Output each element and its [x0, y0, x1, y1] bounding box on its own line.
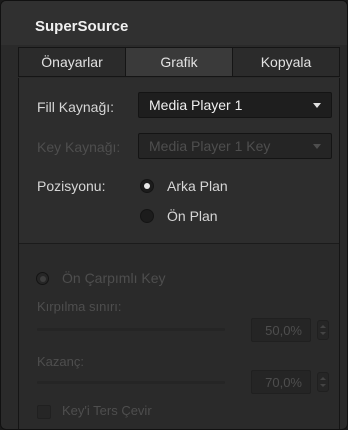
tab-graphics[interactable]: Grafik	[126, 48, 233, 76]
fill-source-dropdown[interactable]: Media Player 1	[138, 92, 332, 118]
clip-label: Kırpılma sınırı:	[37, 299, 122, 314]
gain-label: Kazanç:	[37, 354, 84, 369]
fill-source-value: Media Player 1	[149, 97, 243, 113]
gain-slider[interactable]	[37, 381, 225, 384]
stepper-up-icon	[320, 325, 326, 328]
invert-key-checkbox[interactable]	[37, 405, 51, 419]
graphics-tab-content: Fill Kaynağı: Media Player 1 Key Kaynağı…	[18, 78, 340, 429]
clip-slider[interactable]	[37, 328, 225, 331]
gain-stepper[interactable]	[317, 372, 329, 392]
stepper-down-icon	[320, 332, 326, 335]
fill-source-label: Fill Kaynağı:	[37, 99, 115, 115]
tab-bar: Önayarlar Grafik Kopyala	[18, 47, 340, 77]
clip-stepper[interactable]	[317, 320, 329, 340]
gain-value-field[interactable]: 70,0%	[251, 370, 311, 394]
premultiplied-key-toggle[interactable]	[36, 272, 49, 285]
key-source-value: Media Player 1 Key	[149, 138, 271, 154]
clip-value-field[interactable]: 50,0%	[251, 318, 311, 342]
tab-presets[interactable]: Önayarlar	[19, 48, 126, 76]
tab-copy[interactable]: Kopyala	[233, 48, 339, 76]
panel-title: SuperSource	[1, 1, 347, 45]
position-foreground-label[interactable]: Ön Plan	[167, 208, 218, 224]
key-source-label: Key Kaynağı:	[37, 139, 121, 155]
position-label: Pozisyonu:	[37, 178, 106, 194]
chevron-down-icon	[313, 144, 321, 149]
stepper-down-icon	[320, 384, 326, 387]
stepper-up-icon	[320, 377, 326, 380]
invert-key-label: Key'i Ters Çevir	[62, 403, 152, 418]
supersource-panel: SuperSource Önayarlar Grafik Kopyala Fil…	[0, 0, 348, 430]
chevron-down-icon	[313, 103, 321, 108]
key-settings-section: Ön Çarpımlı Key Kırpılma sınırı: 50,0% K…	[19, 244, 339, 429]
premultiplied-key-label: Ön Çarpımlı Key	[62, 270, 166, 286]
position-background-radio[interactable]	[140, 179, 154, 193]
position-foreground-radio[interactable]	[140, 209, 154, 223]
position-background-label[interactable]: Arka Plan	[167, 178, 228, 194]
key-source-dropdown[interactable]: Media Player 1 Key	[138, 133, 332, 159]
